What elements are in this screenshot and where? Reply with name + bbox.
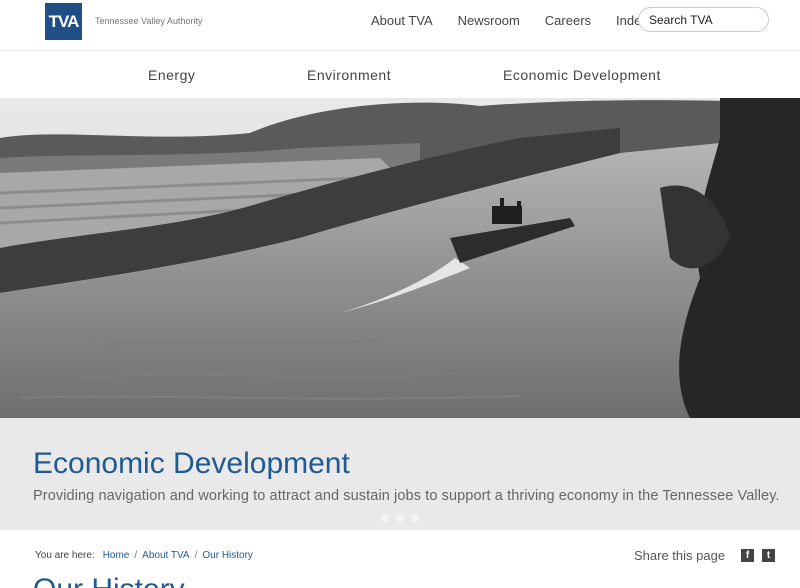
main-nav-energy[interactable]: Energy bbox=[148, 67, 195, 83]
carousel-dot-1[interactable] bbox=[381, 514, 389, 522]
search-input[interactable] bbox=[638, 7, 769, 32]
breadcrumb-label: You are here: bbox=[35, 550, 95, 561]
utility-nav: About TVA Newsroom Careers Index bbox=[371, 13, 673, 28]
breadcrumb-our-history[interactable]: Our History bbox=[202, 550, 253, 561]
breadcrumb-home[interactable]: Home bbox=[103, 550, 130, 561]
main-nav-economic-development[interactable]: Economic Development bbox=[503, 67, 661, 83]
breadcrumb-separator: / bbox=[194, 550, 198, 561]
hero-image bbox=[0, 98, 800, 418]
carousel-dot-2[interactable] bbox=[396, 514, 404, 522]
share-bar: Share this page f t bbox=[634, 548, 776, 563]
hero-title[interactable]: Economic Development bbox=[33, 447, 350, 481]
share-label: Share this page bbox=[634, 548, 726, 563]
page-title: Our History bbox=[33, 573, 185, 588]
breadcrumb-separator: / bbox=[134, 550, 138, 561]
river-photo bbox=[0, 98, 800, 418]
org-name: Tennessee Valley Authority bbox=[95, 16, 203, 26]
hero-caption: Economic Development Providing navigatio… bbox=[0, 418, 800, 530]
breadcrumb: You are here: Home / About TVA / Our His… bbox=[35, 550, 253, 561]
breadcrumb-about-tva[interactable]: About TVA bbox=[142, 550, 189, 561]
main-nav-environment[interactable]: Environment bbox=[307, 67, 391, 83]
carousel-dots bbox=[381, 514, 426, 522]
twitter-icon[interactable]: t bbox=[762, 549, 776, 562]
site-header: TVA Tennessee Valley Authority About TVA… bbox=[0, 0, 800, 51]
main-nav: Energy Environment Economic Development bbox=[0, 51, 800, 98]
facebook-icon[interactable]: f bbox=[741, 549, 755, 562]
hero-subtitle: Providing navigation and working to attr… bbox=[33, 488, 780, 504]
carousel-dot-3[interactable] bbox=[411, 514, 419, 522]
nav-careers[interactable]: Careers bbox=[545, 13, 591, 28]
nav-about-tva[interactable]: About TVA bbox=[371, 13, 433, 28]
nav-newsroom[interactable]: Newsroom bbox=[458, 13, 520, 28]
tva-logo[interactable]: TVA bbox=[45, 3, 82, 40]
